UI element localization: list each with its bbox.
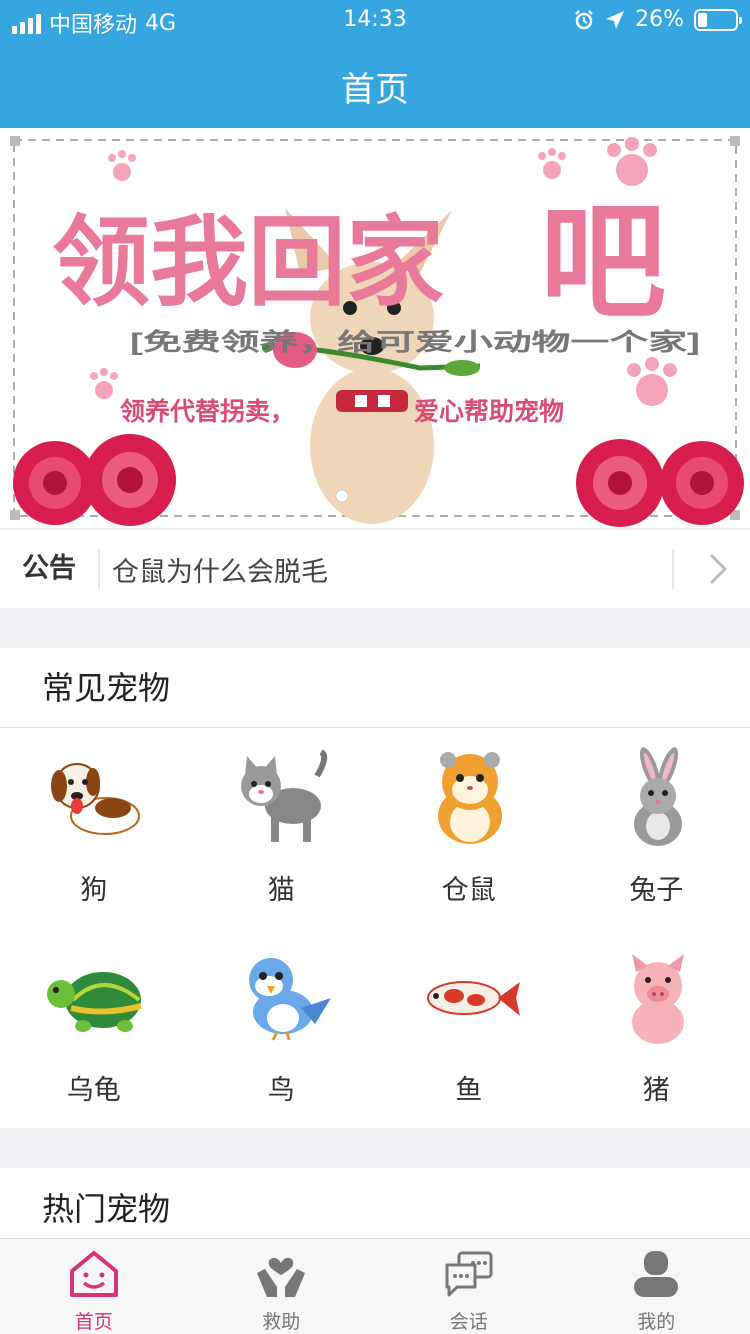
pet-name: 兔子 <box>629 875 684 906</box>
user-icon <box>634 1251 679 1297</box>
banner-subtitle: [免费领养，给可爱小动物一个家] <box>130 328 700 356</box>
pet-name: 猫 <box>267 875 295 906</box>
battery-icon <box>694 8 742 31</box>
rescue-icon <box>257 1257 306 1297</box>
banner-headline-part1: 领我回家 <box>52 207 444 317</box>
notice-bar[interactable]: 公告 仓鼠为什么会脱毛 <box>0 530 750 608</box>
pet-item-cat[interactable]: 猫 <box>188 728 376 928</box>
cat-icon <box>240 749 327 842</box>
banner-carousel[interactable]: 领我回家 吧 [免费领养，给可爱小动物一个家] 领养代替拐卖， 爱心帮助宠物 <box>0 128 750 528</box>
location-arrow-icon <box>606 10 625 29</box>
pet-name: 狗 <box>80 875 108 906</box>
tab-chat[interactable]: 会话 <box>375 1239 563 1334</box>
pet-name: 鱼 <box>455 1075 483 1106</box>
battery-percent: 26% <box>635 7 684 32</box>
tab-rescue[interactable]: 救助 <box>188 1239 376 1334</box>
pet-name: 猪 <box>642 1075 670 1106</box>
battery-fill <box>698 12 708 27</box>
banner-slogan-right: 爱心帮助宠物 <box>414 397 564 426</box>
app-header: 中国移动 4G 14:33 26% 首页 <box>0 0 750 128</box>
pet-item-dog[interactable]: 狗 <box>0 728 188 928</box>
page-title: 首页 <box>341 70 409 110</box>
banner-slogan-left: 领养代替拐卖， <box>120 397 295 426</box>
dog-icon <box>51 763 140 835</box>
pet-item-pig[interactable]: 猪 <box>563 928 750 1128</box>
tab-mine[interactable]: 我的 <box>563 1239 750 1334</box>
turtle-icon <box>47 972 142 1032</box>
bird-icon <box>248 958 331 1041</box>
fish-icon <box>427 981 520 1016</box>
status-bar: 中国移动 4G 14:33 26% <box>0 0 750 40</box>
hot-pets-section: 热门宠物 <box>0 1168 750 1238</box>
pet-item-turtle[interactable]: 乌龟 <box>0 928 188 1128</box>
notice-more-button[interactable] <box>672 549 750 589</box>
notice-text[interactable]: 仓鼠为什么会脱毛 <box>100 550 672 589</box>
tab-home[interactable]: 首页 <box>0 1239 188 1334</box>
tab-label: 我的 <box>637 1311 676 1333</box>
tab-label: 首页 <box>74 1311 113 1333</box>
rabbit-icon <box>633 747 682 846</box>
hot-pets-title: 热门宠物 <box>42 1190 171 1228</box>
pet-name: 乌龟 <box>66 1075 121 1106</box>
pet-item-rabbit[interactable]: 兔子 <box>563 728 750 928</box>
pet-grid: 狗 猫 仓鼠 兔子 乌龟 鸟 鱼 猪 <box>0 728 750 1128</box>
tab-label: 救助 <box>262 1311 301 1333</box>
banner-headline-part2: 吧 <box>540 192 666 333</box>
pig-icon <box>631 954 684 1044</box>
hamster-icon <box>438 752 502 844</box>
pet-item-hamster[interactable]: 仓鼠 <box>375 728 563 928</box>
carousel-dot[interactable] <box>335 489 349 503</box>
bottom-tab-bar: 首页 救助 会话 我的 <box>0 1238 750 1334</box>
tab-label: 会话 <box>449 1311 488 1333</box>
alarm-icon <box>575 9 593 29</box>
pet-name: 仓鼠 <box>441 875 496 906</box>
chevron-right-icon <box>709 553 728 585</box>
home-icon <box>69 1251 118 1297</box>
notice-tag: 公告 <box>0 549 100 589</box>
common-pets-title: 常见宠物 <box>0 648 750 728</box>
pet-name: 鸟 <box>267 1075 295 1106</box>
banner-image: 领我回家 吧 [免费领养，给可爱小动物一个家] 领养代替拐卖， 爱心帮助宠物 <box>10 136 744 527</box>
chat-icon <box>445 1251 493 1297</box>
common-pets-section: 常见宠物 狗 猫 仓鼠 兔子 乌龟 鸟 鱼 猪 <box>0 648 750 1128</box>
pet-item-bird[interactable]: 鸟 <box>188 928 376 1128</box>
pet-item-fish[interactable]: 鱼 <box>375 928 563 1128</box>
